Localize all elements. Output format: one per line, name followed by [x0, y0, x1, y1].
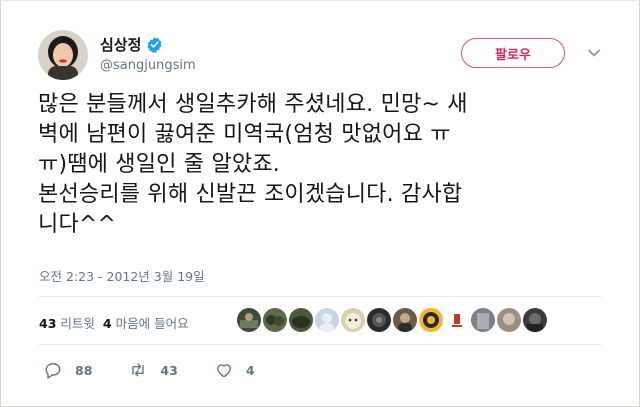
avatar[interactable] — [38, 30, 88, 80]
liker-avatar[interactable] — [393, 308, 417, 332]
user-handle[interactable]: @sangjungsim — [100, 58, 196, 73]
reply-button[interactable]: 88 — [43, 360, 92, 380]
follow-button[interactable]: 팔로우 — [461, 38, 565, 68]
retweet-stat[interactable]: 43 리트윗 — [39, 313, 95, 332]
liker-avatar[interactable] — [237, 308, 261, 332]
liker-avatar[interactable] — [523, 308, 547, 332]
liker-avatar[interactable] — [445, 308, 469, 332]
reply-count: 88 — [75, 362, 93, 378]
liker-avatars — [237, 308, 547, 332]
liker-avatar[interactable] — [315, 308, 339, 332]
retweet-icon — [132, 363, 145, 377]
reply-icon — [45, 363, 61, 379]
chevron-down-icon[interactable] — [586, 45, 602, 61]
like-stat-label: 마음에 들어요 — [115, 316, 189, 331]
divider — [38, 344, 602, 345]
liker-avatar[interactable] — [471, 308, 495, 332]
retweet-button[interactable]: 43 — [128, 360, 178, 380]
tweet-actions: 88 43 4 — [43, 360, 291, 380]
like-stat[interactable]: 4 마음에 들어요 — [103, 313, 189, 332]
retweet-stat-count: 43 — [39, 316, 57, 331]
verified-badge-icon — [147, 37, 162, 53]
liker-avatar[interactable] — [263, 308, 287, 332]
liker-avatar[interactable] — [497, 308, 521, 332]
display-name-row[interactable]: 심상정 — [100, 34, 163, 55]
like-button[interactable]: 4 — [214, 360, 255, 380]
liker-avatar[interactable] — [289, 308, 313, 332]
retweet-stat-label: 리트윗 — [60, 316, 95, 331]
liker-avatar[interactable] — [419, 308, 443, 332]
liker-avatar[interactable] — [341, 308, 365, 332]
divider — [38, 296, 602, 297]
display-name[interactable]: 심상정 — [100, 34, 141, 55]
like-stat-count: 4 — [102, 316, 112, 331]
retweet-count: 43 — [160, 362, 178, 378]
tweet-timestamp[interactable]: 오전 2:23 - 2012년 3월 19일 — [39, 266, 205, 285]
heart-icon — [216, 364, 231, 378]
tweet-stats: 43 리트윗 4 마음에 들어요 — [39, 313, 189, 332]
tweet-text: 많은 분들께서 생일추카해 주셨네요. 민망~ 새 벽에 남편이 끓여준 미역국… — [38, 92, 468, 237]
liker-avatar[interactable] — [367, 308, 391, 332]
like-count: 4 — [245, 362, 255, 378]
